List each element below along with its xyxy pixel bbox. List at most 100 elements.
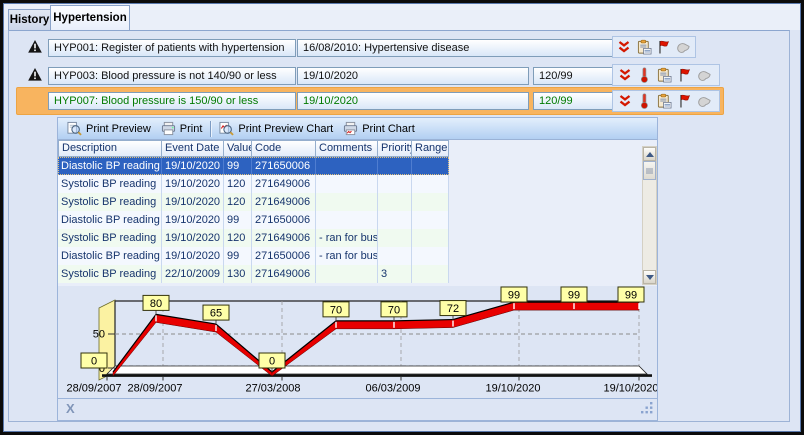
table-cell: 19/10/2020 [162,229,224,247]
column-header-comments[interactable]: Comments [316,140,378,157]
x-tick-label: 28/09/2007 [127,383,182,395]
point-label: 99 [625,290,637,302]
flag-icon[interactable] [677,67,692,83]
resize-grip-icon[interactable] [641,402,653,417]
print-preview-chart-label: Print Preview Chart [238,123,333,135]
readings-table: DescriptionEvent DateValueCodeCommentsPr… [58,140,657,286]
x-tick-label: 19/10/2020 [485,383,540,395]
indicator-detail-field[interactable]: 19/10/2020 [297,67,529,85]
detail-panel: Print Preview Print Print Preview Chart [57,117,658,421]
scroll-up-button[interactable] [643,147,656,161]
print-preview-button[interactable]: Print Preview [62,119,156,139]
megaphone-icon[interactable] [676,39,691,55]
scroll-down-button[interactable] [643,270,656,284]
print-button[interactable]: Print [156,119,208,139]
expand-icon[interactable] [617,67,632,83]
x-tick-label: 06/03/2009 [365,383,420,395]
table-row[interactable]: Systolic BP reading19/10/202012027164900… [58,175,449,193]
table-cell: 99 [224,157,252,175]
flag-icon[interactable] [657,39,672,55]
indicator-code-field[interactable]: HYP001: Register of patients with hypert… [48,39,296,57]
table-cell [316,211,378,229]
indicator-value-field[interactable]: 120/99 [533,92,617,110]
table-cell: 130 [224,265,252,283]
scrollbar-thumb[interactable] [643,161,656,180]
table-row[interactable]: Systolic BP reading19/10/202012027164900… [58,229,449,247]
table-cell: 99 [224,211,252,229]
y-tick-label: 50 [93,329,105,341]
table-cell [316,193,378,211]
flag-icon[interactable] [677,93,692,109]
expand-icon[interactable] [617,93,632,109]
clipboard-icon[interactable] [657,67,672,83]
table-row[interactable]: Diastolic BP reading19/10/20209927165000… [58,157,449,175]
column-header-range[interactable]: Range [412,140,449,157]
point-label: 99 [568,290,580,302]
print-chart-label: Print Chart [362,123,415,135]
table-body: Diastolic BP reading19/10/20209927165000… [58,157,449,283]
column-header-event-date[interactable]: Event Date [162,140,224,157]
table-cell: 271649006 [252,265,316,283]
table-cell: 271649006 [252,229,316,247]
x-tick-label: 19/10/2020 [603,383,657,395]
expand-icon[interactable] [617,39,632,55]
table-cell: 271650006 [252,247,316,265]
print-chart-button[interactable]: Print Chart [338,119,420,139]
point-label: 70 [388,304,400,316]
table-row[interactable]: Systolic BP reading22/10/200913027164900… [58,265,449,283]
ribbon-segment [336,321,394,329]
indicator-value-field[interactable]: 120/99 [533,67,617,85]
table-row[interactable]: Diastolic BP reading19/10/20209927165000… [58,247,449,265]
thermometer-icon[interactable] [637,93,652,109]
point-label: 0 [91,356,97,368]
table-cell [412,265,449,283]
table-row[interactable]: Diastolic BP reading19/10/20209927165000… [58,211,449,229]
table-cell [378,193,412,211]
tab-history[interactable]: History [8,9,51,30]
close-panel-button[interactable]: X [66,402,75,416]
print-chart-icon [343,121,358,137]
print-label: Print [180,123,203,135]
column-header-priority[interactable]: Priority [378,140,412,157]
table-cell: 19/10/2020 [162,247,224,265]
table-cell: 271650006 [252,157,316,175]
tab-hypertension[interactable]: Hypertension [50,5,130,30]
thermometer-icon[interactable] [637,67,652,83]
table-cell: 99 [224,247,252,265]
table-cell: Systolic BP reading [58,193,162,211]
detail-toolbar: Print Preview Print Print Preview Chart [58,118,657,140]
x-tick-label: 28/09/2007 [66,383,121,395]
indicator-detail-field[interactable]: 16/08/2010: Hypertensive disease [297,39,617,57]
print-icon [161,121,176,137]
indicator-actions [612,36,696,58]
table-cell: 271649006 [252,193,316,211]
column-header-description[interactable]: Description [58,140,162,157]
tab-history-label: History [10,14,50,26]
table-cell [316,157,378,175]
indicator-code-field[interactable]: HYP007: Blood pressure is 150/90 or less [48,92,296,110]
point-label: 70 [330,304,342,316]
indicator-detail-field[interactable]: 19/10/2020 [297,92,529,110]
chart-floor [107,366,647,374]
table-cell: Systolic BP reading [58,175,162,193]
table-header-row: DescriptionEvent DateValueCodeCommentsPr… [58,140,449,157]
megaphone-icon[interactable] [697,93,712,109]
table-cell [378,211,412,229]
tab-hypertension-label: Hypertension [53,12,127,24]
table-row[interactable]: Systolic BP reading19/10/202012027164900… [58,193,449,211]
table-cell: Systolic BP reading [58,265,162,283]
history-hypertension-window: History Hypertension HYP001: Register of… [0,0,804,435]
table-scrollbar[interactable] [642,146,657,285]
clipboard-icon[interactable] [637,39,652,55]
point-label: 72 [447,303,459,315]
bp-chart: 50008065070707299999928/09/200728/09/200… [58,286,657,398]
table-cell: 271650006 [252,211,316,229]
table-cell [378,157,412,175]
megaphone-icon[interactable] [697,67,712,83]
clipboard-icon[interactable] [657,93,672,109]
column-header-code[interactable]: Code [252,140,316,157]
column-header-value[interactable]: Value [224,140,252,157]
indicator-code-field[interactable]: HYP003: Blood pressure is not 140/90 or … [48,67,296,85]
print-preview-chart-button[interactable]: Print Preview Chart [214,119,338,139]
ribbon-segment [574,302,639,310]
